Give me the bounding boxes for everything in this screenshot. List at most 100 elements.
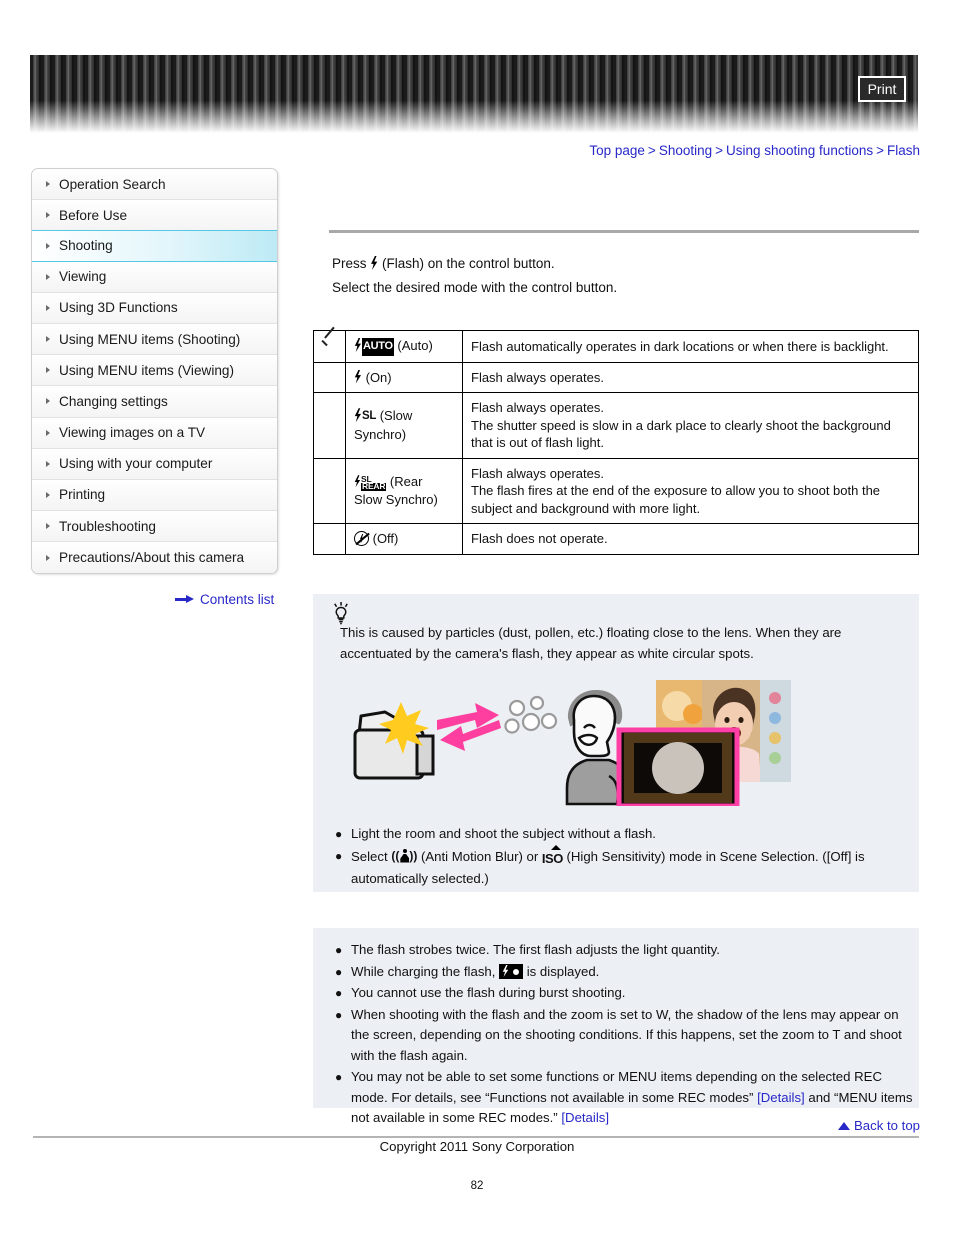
- bullet-dot-icon: ●: [335, 943, 343, 957]
- sidebar-item-viewing[interactable]: Viewing: [32, 261, 277, 293]
- flash-mode-table-body: AUTO (Auto) Flash automatically operates…: [313, 330, 919, 555]
- print-button[interactable]: Print: [858, 76, 906, 102]
- row-check-on: [313, 361, 346, 393]
- sidebar-item-label: Changing settings: [59, 393, 168, 409]
- mode-label-off: (Off): [369, 531, 399, 546]
- back-to-top-link[interactable]: Back to top: [838, 1118, 920, 1133]
- sidebar-item-label: Shooting: [59, 238, 113, 254]
- chevron-right-icon: [46, 212, 50, 219]
- mode-description-rear-slow-synchro: Flash always operates. The flash fires a…: [462, 457, 919, 524]
- bullet-dot-icon: ●: [335, 1007, 343, 1022]
- flash-bolt-icon: [354, 408, 362, 423]
- table-row: (On) Flash always operates.: [313, 361, 919, 393]
- bullet-dot-icon: ●: [335, 848, 343, 863]
- note-box: ● The flash strobes twice. The first fla…: [313, 928, 919, 1125]
- chevron-right-icon: [46, 460, 50, 467]
- tip-box: This is caused by particles (dust, polle…: [313, 594, 919, 892]
- sidebar-item-using-menu-items-shooting[interactable]: Using MENU items (Shooting): [32, 323, 277, 356]
- mode-description-auto: Flash automatically operates in dark loc…: [462, 330, 919, 363]
- sidebar-item-label: Operation Search: [59, 176, 166, 192]
- flash-bolt-icon: [354, 338, 362, 352]
- sidebar-item-precautions-about-this-camera[interactable]: Precautions/About this camera: [32, 542, 277, 574]
- anti-motion-blur-icon: (()): [391, 848, 418, 863]
- mode-cell-rear-slow-synchro: SL REAR (Rear Slow Synchro): [345, 457, 463, 524]
- sidebar-nav: Operation Search Before Use Shooting Viewin…: [31, 168, 278, 575]
- note-bullet-4-text: When shooting with the flash and the zoo…: [351, 1006, 902, 1063]
- breadcrumb-item-using-shooting-functions[interactable]: Using shooting functions: [726, 143, 873, 158]
- note-bullet-2-part-b: is displayed.: [523, 963, 600, 979]
- flash-mode-table: AUTO (Auto) Flash automatically operates…: [313, 330, 919, 555]
- chevron-right-icon: [46, 429, 50, 436]
- sidebar-item-label: Printing: [59, 487, 106, 503]
- breadcrumb-item-top-page[interactable]: Top page: [589, 143, 645, 158]
- tip-bullet-2-part-b: (Anti Motion Blur) or: [417, 848, 542, 864]
- sidebar-item-using-3d-functions[interactable]: Using 3D Functions: [32, 292, 277, 324]
- row-check-off: [313, 523, 346, 555]
- camera-illustration: [353, 702, 435, 780]
- iso-label: ISO: [541, 850, 563, 866]
- instructions-block: Press (Flash) on the control button. Sel…: [332, 252, 918, 300]
- sidebar-item-label: Before Use: [59, 207, 128, 223]
- flash-charging-icon: [499, 963, 524, 979]
- triangle-up-icon: [838, 1121, 851, 1130]
- note-bullet-2-text: While charging the flash, is displayed.: [351, 962, 915, 983]
- sidebar-item-printing[interactable]: Printing: [32, 479, 277, 512]
- note-bullet-1-text: The flash strobes twice. The first flash…: [351, 942, 720, 957]
- breadcrumb-item-shooting[interactable]: Shooting: [659, 143, 712, 158]
- flash-off-icon: [354, 531, 370, 546]
- table-row: SL REAR (Rear Slow Synchro) Flash always …: [313, 457, 919, 524]
- sidebar-item-label: Using MENU items (Viewing): [59, 362, 234, 378]
- sidebar-item-label: Viewing images on a TV: [59, 425, 206, 441]
- table-row: (Off) Flash does not operate.: [313, 523, 919, 555]
- sl-tag-label: SL: [362, 410, 377, 423]
- sidebar-item-changing-settings[interactable]: Changing settings: [32, 386, 277, 418]
- sidebar-item-label: Precautions/About this camera: [59, 550, 245, 566]
- list-item: ● Light the room and shoot the subject w…: [335, 824, 915, 845]
- row-check-auto: [313, 330, 346, 363]
- details-link-2[interactable]: [Details]: [561, 1110, 609, 1125]
- sidebar-item-label: Using 3D Functions: [59, 300, 178, 316]
- sidebar-item-viewing-images-on-a-tv[interactable]: Viewing images on a TV: [32, 417, 277, 449]
- list-item: ● Select (()) (Anti Motion Blur) or ISO …: [335, 844, 915, 890]
- chevron-right-icon: [46, 367, 50, 374]
- table-row: SL (Slow Synchro) Flash always operates.…: [313, 392, 919, 459]
- sidebar-item-troubleshooting[interactable]: Troubleshooting: [32, 511, 277, 543]
- bullet-dot-icon: ●: [335, 1070, 343, 1084]
- sidebar-item-using-with-your-computer[interactable]: Using with your computer: [32, 448, 277, 480]
- mode-label-auto: (Auto): [393, 338, 433, 353]
- sidebar-item-using-menu-items-viewing[interactable]: Using MENU items (Viewing): [32, 355, 277, 387]
- tip-bullet-2-part-a: Select: [351, 848, 392, 864]
- auto-tag-label: AUTO: [362, 338, 394, 356]
- arrow-right-icon: [175, 595, 195, 604]
- dust-particles: [504, 695, 558, 734]
- tip-bullet-2-text: Select (()) (Anti Motion Blur) or ISO (H…: [351, 844, 915, 890]
- mode-cell-off: (Off): [345, 523, 463, 555]
- chevron-right-icon: [46, 273, 50, 280]
- breadcrumb-item-flash[interactable]: Flash: [887, 143, 920, 158]
- header-banner: Print: [30, 55, 918, 133]
- note-bullet-2-part-a: While charging the flash,: [351, 963, 500, 979]
- details-link-1[interactable]: [Details]: [757, 1090, 805, 1105]
- bullet-dot-icon: ●: [335, 964, 343, 979]
- sidebar-item-operation-search[interactable]: Operation Search: [32, 169, 277, 201]
- note-bullet-5-text: You may not be able to set some function…: [351, 1067, 915, 1129]
- page-number: 82: [470, 1180, 484, 1192]
- sidebar-item-before-use[interactable]: Before Use: [32, 200, 277, 232]
- contents-list-link[interactable]: Contents list: [175, 592, 274, 607]
- row-check-slow-synchro: [313, 392, 346, 459]
- tip-bullet-list: ● Light the room and shoot the subject w…: [335, 824, 915, 891]
- list-item: ● While charging the flash, is displayed…: [335, 962, 915, 983]
- iso-high-sensitivity-icon: ISO: [541, 844, 563, 870]
- mode-description-off: Flash does not operate.: [462, 523, 919, 555]
- instruction-1-suffix: (Flash) on the control button.: [378, 256, 555, 271]
- sidebar-item-label: Troubleshooting: [59, 518, 156, 534]
- chevron-right-icon: [46, 336, 50, 343]
- chevron-right-icon: [46, 554, 50, 561]
- zoom-inset: [616, 727, 740, 806]
- breadcrumb-separator: >: [876, 143, 884, 158]
- flash-bolt-icon: [354, 369, 362, 384]
- mode-description-on: Flash always operates.: [462, 361, 919, 393]
- list-item: ● You cannot use the flash during burst …: [335, 983, 915, 1004]
- mode-label-on: (On): [362, 369, 392, 385]
- sidebar-item-shooting[interactable]: Shooting: [32, 230, 277, 262]
